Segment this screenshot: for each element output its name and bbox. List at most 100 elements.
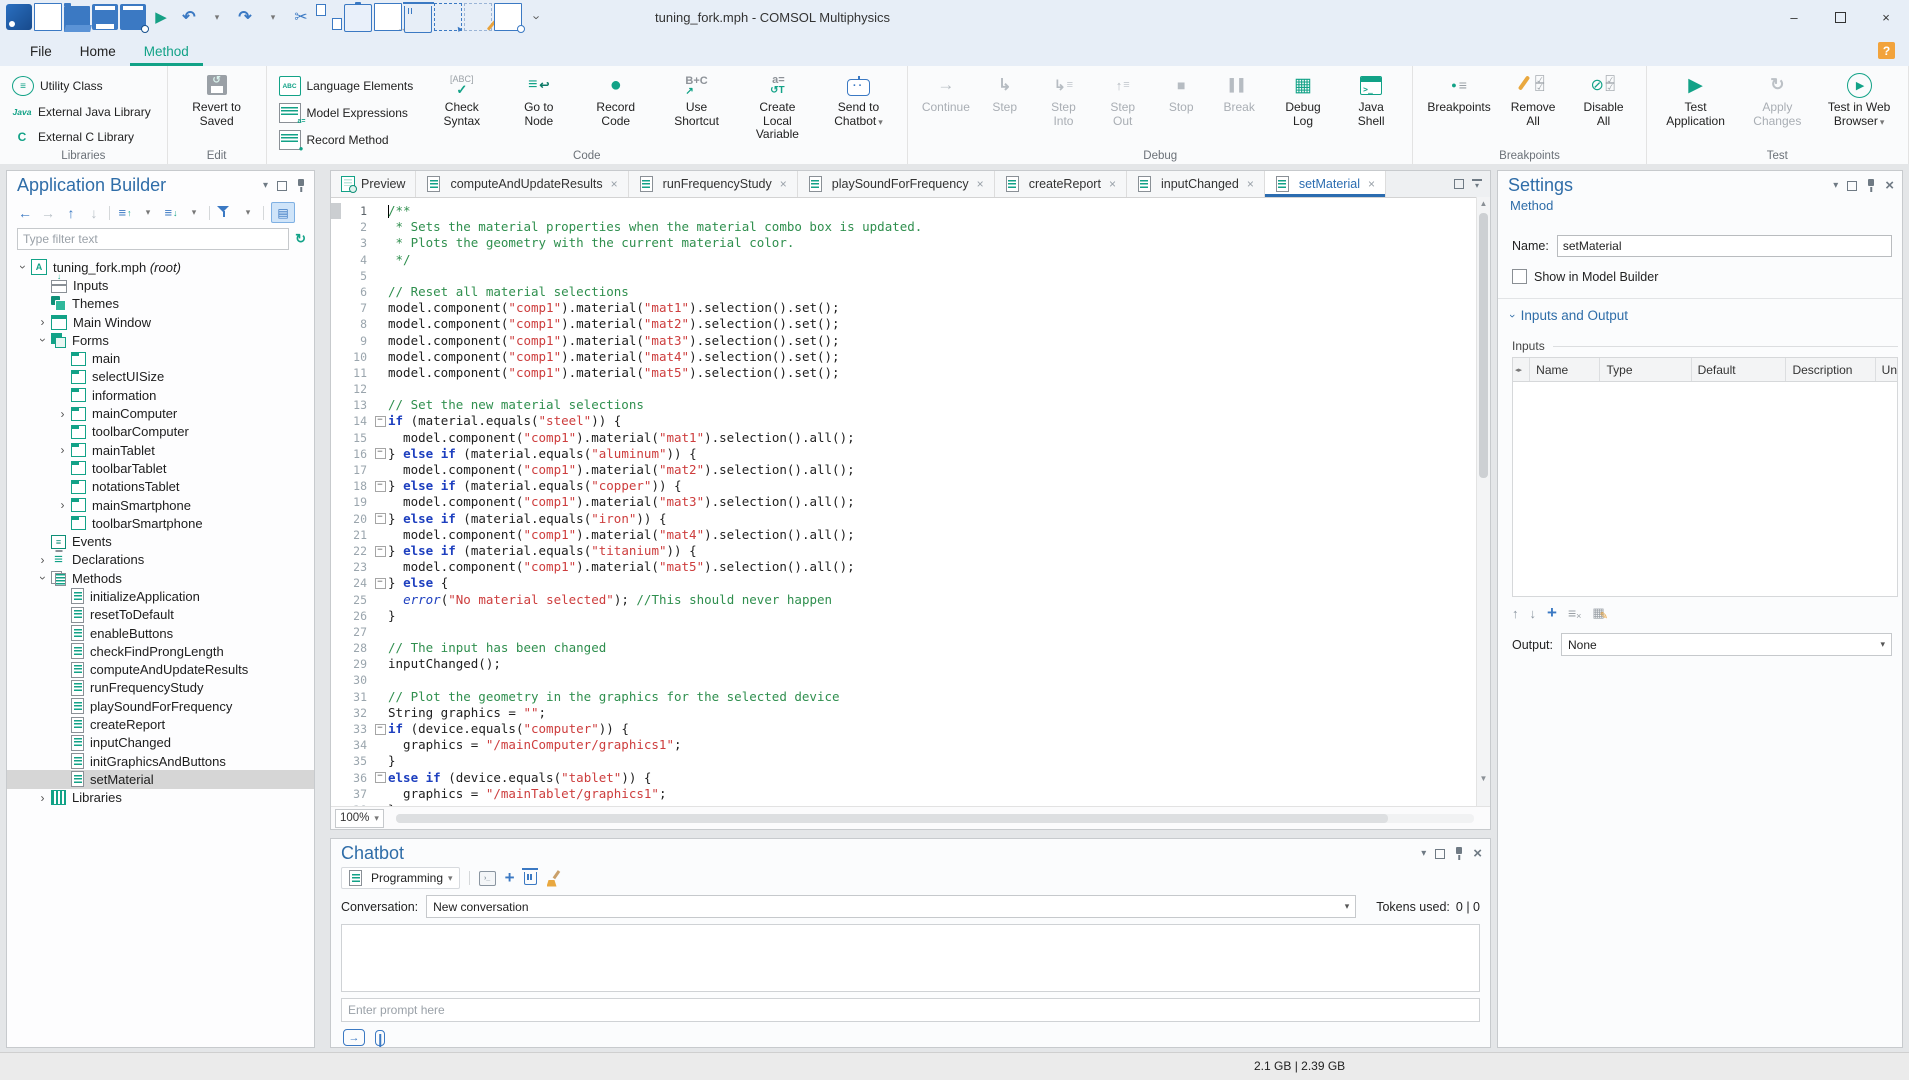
clear-conversation-icon[interactable]: [546, 870, 560, 887]
send-to-chatbot-button[interactable]: Send to Chatbot: [818, 69, 899, 131]
line-number[interactable]: 6: [341, 284, 372, 300]
debug-log-button[interactable]: Debug Log: [1268, 69, 1338, 130]
pin-panel-icon[interactable]: [1454, 847, 1464, 860]
external-java-library-button[interactable]: External Java Library: [8, 101, 155, 123]
editor-zoom-select[interactable]: 100%: [335, 809, 384, 828]
line-number[interactable]: 17: [341, 462, 372, 478]
record-method-button[interactable]: Record Method: [275, 128, 418, 152]
float-panel-icon[interactable]: [1435, 849, 1445, 859]
find-icon[interactable]: [494, 3, 522, 31]
ribbon-tab-file[interactable]: File: [16, 38, 66, 66]
tree-item-Forms[interactable]: ›Forms: [7, 331, 314, 349]
test-in-web-browser-button[interactable]: Test in Web Browser: [1818, 69, 1900, 131]
tree-item-Themes[interactable]: Themes: [7, 295, 314, 313]
line-number[interactable]: 16: [341, 446, 372, 462]
fold-toggle-icon[interactable]: −: [372, 478, 388, 494]
move-up-icon[interactable]: [63, 205, 79, 221]
editor-tab-playSoundForFrequency[interactable]: playSoundForFrequency×: [798, 171, 995, 197]
line-number[interactable]: 32: [341, 705, 372, 721]
output-select[interactable]: None: [1561, 633, 1892, 656]
brush-select-icon[interactable]: [464, 3, 492, 31]
add-row-icon[interactable]: [1547, 603, 1557, 623]
delete-icon[interactable]: [404, 6, 432, 33]
copy-icon[interactable]: [316, 4, 342, 30]
scrollbar-thumb[interactable]: [1479, 213, 1488, 478]
line-number[interactable]: 29: [341, 656, 372, 672]
insert-code-icon[interactable]: [479, 871, 496, 886]
select-icon[interactable]: [434, 3, 462, 31]
pin-panel-icon[interactable]: [1866, 179, 1876, 192]
close-tab-icon[interactable]: ×: [1368, 177, 1375, 191]
tree-item-createReport[interactable]: createReport: [7, 715, 314, 733]
tree-item-toolbarComputer[interactable]: toolbarComputer: [7, 423, 314, 441]
chevron-down-icon[interactable]: ›: [15, 260, 30, 274]
help-button[interactable]: ?: [1878, 42, 1895, 59]
tree-item-notationsTablet[interactable]: notationsTablet: [7, 478, 314, 496]
record-code-button[interactable]: Record Code: [575, 69, 656, 130]
fold-toggle-icon[interactable]: −: [372, 543, 388, 559]
tree-filter-input[interactable]: [17, 228, 289, 250]
line-number[interactable]: 5: [341, 268, 372, 284]
test-application-button[interactable]: Test Application: [1655, 69, 1737, 130]
create-local-variable-button[interactable]: Create Local Variable: [737, 69, 818, 144]
save-icon[interactable]: [92, 4, 118, 30]
editor-tab-computeAndUpdateResults[interactable]: computeAndUpdateResults×: [416, 171, 628, 197]
line-number[interactable]: 14: [341, 413, 372, 429]
new-file-icon[interactable]: [34, 3, 62, 31]
tree-item-runFrequencyStudy[interactable]: runFrequencyStudy: [7, 679, 314, 697]
line-number[interactable]: 18: [341, 478, 372, 494]
float-editor-icon[interactable]: [1454, 179, 1464, 189]
inputs-and-output-section[interactable]: › Inputs and Output: [1498, 299, 1902, 323]
tree-item-initGraphicsAndButtons[interactable]: initGraphicsAndButtons: [7, 752, 314, 770]
chevron-right-icon[interactable]: ›: [55, 498, 70, 512]
editor-tab-inputChanged[interactable]: inputChanged×: [1127, 171, 1265, 197]
language-elements-button[interactable]: Language Elements: [275, 74, 418, 98]
column-header-name[interactable]: Name: [1530, 358, 1600, 381]
line-number[interactable]: 23: [341, 559, 372, 575]
undo-icon[interactable]: [176, 4, 202, 30]
prompt-input[interactable]: [342, 1003, 1479, 1017]
tree-item-information[interactable]: information: [7, 386, 314, 404]
line-number[interactable]: 28: [341, 640, 372, 656]
attach-file-icon[interactable]: [375, 1030, 385, 1046]
column-header-description[interactable]: Description: [1786, 358, 1875, 381]
conversation-select[interactable]: New conversation: [426, 895, 1356, 918]
tree-item-Methods[interactable]: ›Methods: [7, 569, 314, 587]
fold-toggle-icon[interactable]: −: [372, 446, 388, 462]
tree-item-inputChanged[interactable]: inputChanged: [7, 734, 314, 752]
editor-tab-createReport[interactable]: createReport×: [995, 171, 1127, 197]
fold-toggle-icon[interactable]: −: [372, 511, 388, 527]
ribbon-tab-home[interactable]: Home: [66, 38, 130, 66]
tree-item-resetToDefault[interactable]: resetToDefault: [7, 606, 314, 624]
filter-icon[interactable]: [217, 205, 233, 221]
column-header-type[interactable]: Type: [1600, 358, 1691, 381]
line-number[interactable]: 20: [341, 511, 372, 527]
tree-item-selectUISize[interactable]: selectUISize: [7, 368, 314, 386]
minimize-button[interactable]: –: [1771, 0, 1817, 34]
close-tab-icon[interactable]: ×: [780, 177, 787, 191]
editor-vertical-scrollbar[interactable]: ▲ ▼: [1476, 197, 1490, 807]
tree-item-initializeApplication[interactable]: initializeApplication: [7, 587, 314, 605]
remove-all-button[interactable]: Remove All: [1497, 69, 1570, 130]
breakpoints-button[interactable]: Breakpoints: [1421, 69, 1496, 117]
minimize-editor-icon[interactable]: [1472, 179, 1482, 190]
java-shell-button[interactable]: Java Shell: [1338, 69, 1405, 130]
chevron-right-icon[interactable]: ›: [35, 315, 50, 329]
check-syntax-button[interactable]: Check Syntax: [421, 69, 502, 130]
tree-item-mainComputer[interactable]: ›mainComputer: [7, 404, 314, 422]
tree-item-tuning_fork.mph[interactable]: ›tuning_fork.mph (root): [7, 258, 314, 276]
line-number[interactable]: 1: [341, 203, 372, 219]
line-number[interactable]: 12: [341, 381, 372, 397]
close-tab-icon[interactable]: ×: [611, 177, 618, 191]
panel-menu-icon[interactable]: [1833, 180, 1838, 191]
line-number[interactable]: 4: [341, 252, 372, 268]
save-find-icon[interactable]: [120, 4, 146, 30]
chevron-right-icon[interactable]: ›: [35, 553, 50, 567]
column-header-default[interactable]: Default: [1692, 358, 1787, 381]
line-number[interactable]: 13: [341, 397, 372, 413]
tree-item-mainTablet[interactable]: ›mainTablet: [7, 441, 314, 459]
external-c-library-button[interactable]: External C Library: [8, 126, 155, 148]
line-number[interactable]: 22: [341, 543, 372, 559]
caret-down-icon[interactable]: [186, 205, 202, 221]
tree-item-Main Window[interactable]: ›Main Window: [7, 313, 314, 331]
